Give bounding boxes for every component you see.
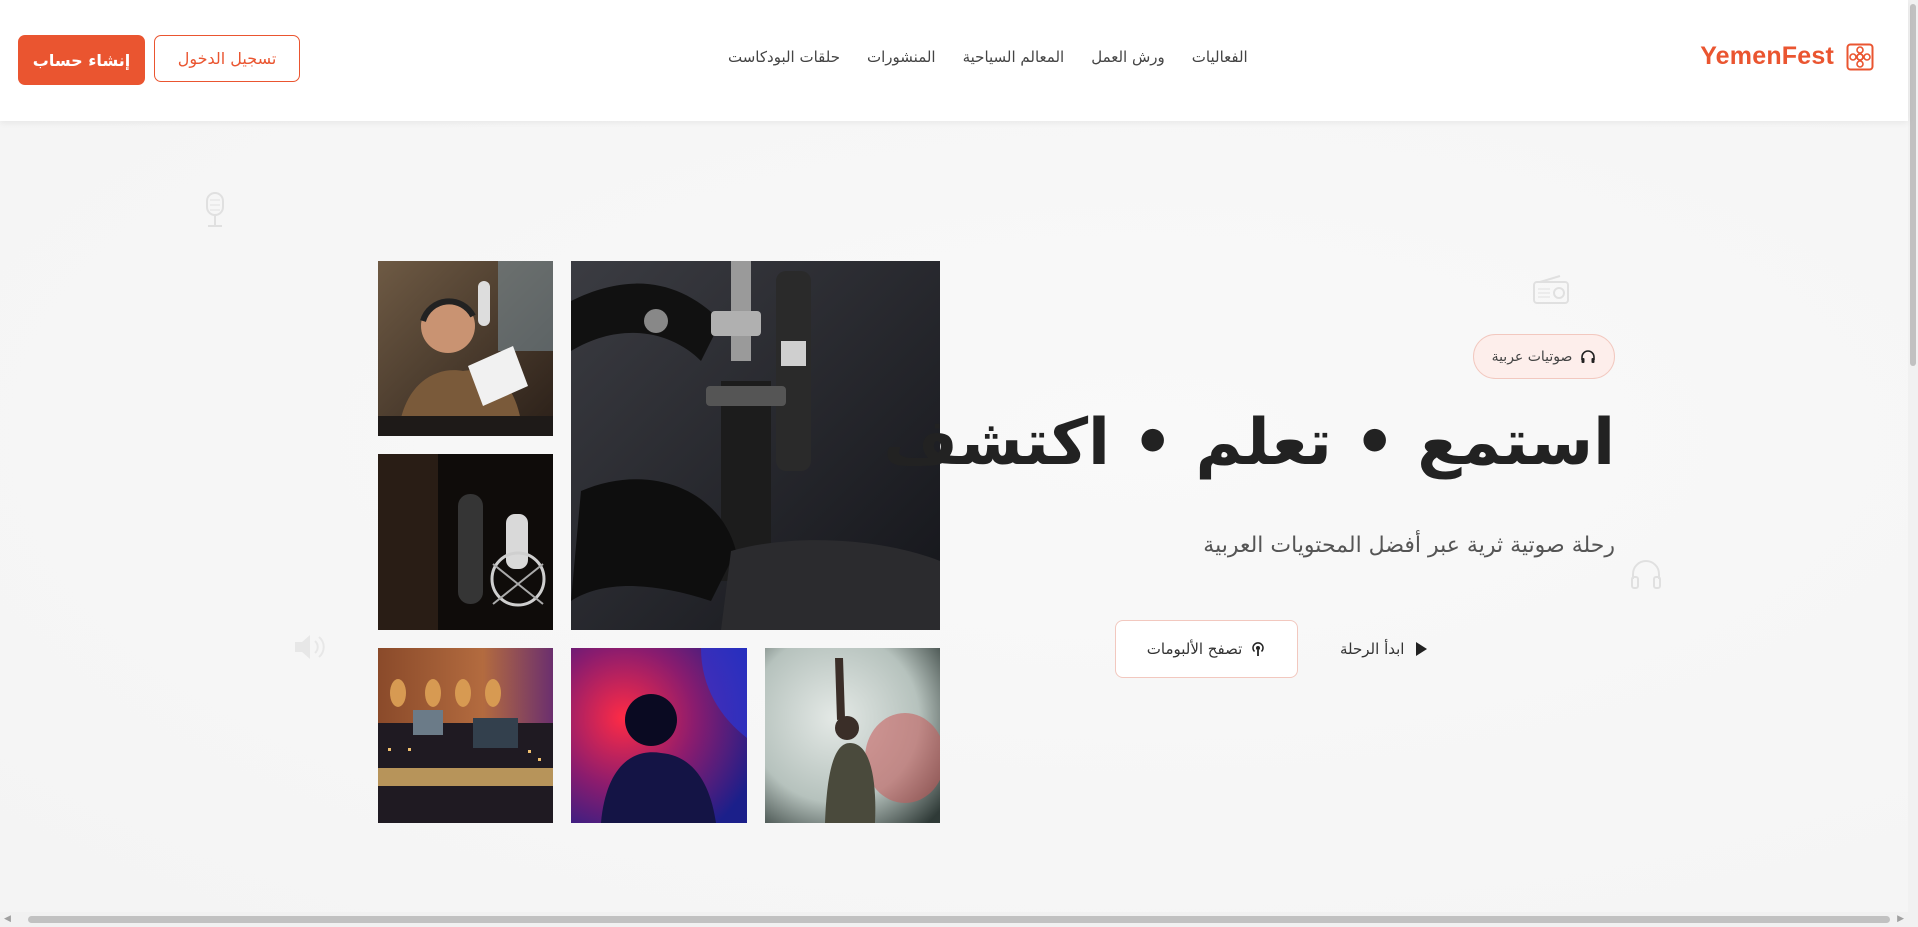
microphone-icon: [203, 191, 227, 229]
vertical-scrollbar-thumb[interactable]: [1910, 4, 1916, 366]
vertical-scrollbar[interactable]: [1908, 0, 1918, 927]
scroll-left-icon[interactable]: ◀: [4, 912, 11, 927]
headphones-icon: [1581, 349, 1596, 363]
site-header: YemenFest الفعاليات ورش العمل المعالم ال…: [0, 0, 1908, 121]
gallery-image-smoke-performer: [765, 648, 940, 823]
horizontal-scrollbar[interactable]: ◀ ▶: [0, 912, 1918, 927]
browse-albums-label: تصفح الألبومات: [1146, 640, 1243, 658]
hero-title: استمع • تعلم • اكتشف: [883, 406, 1615, 480]
category-badge: صوتيات عربية: [1473, 334, 1615, 379]
hero-subtitle: رحلة صوتية ثرية عبر أفضل المحتويات العرب…: [1203, 533, 1615, 558]
speaker-icon: [292, 632, 330, 662]
nav-item-landmarks[interactable]: المعالم السياحية: [963, 48, 1065, 66]
brand-logo[interactable]: YemenFest: [1700, 42, 1874, 71]
nav-item-workshops[interactable]: ورش العمل: [1091, 48, 1165, 66]
flower-pattern-icon: [1846, 43, 1874, 70]
gallery-image-silhouette: [571, 648, 747, 823]
browse-albums-button[interactable]: تصفح الألبومات: [1115, 620, 1298, 678]
nav-item-events[interactable]: الفعاليات: [1192, 48, 1248, 66]
badge-label: صوتيات عربية: [1491, 348, 1573, 365]
headphones-icon: [1629, 557, 1663, 591]
signup-button[interactable]: إنشاء حساب: [18, 35, 145, 85]
nav-item-posts[interactable]: المنشورات: [867, 48, 936, 66]
login-button[interactable]: تسجيل الدخول: [154, 35, 300, 82]
gallery-image-studio: [378, 648, 553, 823]
gallery-image-condenser-mic: [378, 454, 553, 630]
radio-icon: [1532, 275, 1570, 305]
hero-section: صوتيات عربية استمع • تعلم • اكتشف رحلة ص…: [0, 121, 1908, 912]
scroll-right-icon[interactable]: ▶: [1897, 912, 1904, 927]
brand-name: YemenFest: [1700, 42, 1834, 70]
start-journey-button[interactable]: ابدأ الرحلة: [1340, 627, 1428, 671]
nav-item-podcasts[interactable]: حلقات البودكاست: [728, 48, 840, 66]
podcast-icon: [1252, 642, 1264, 656]
horizontal-scrollbar-thumb[interactable]: [28, 916, 1890, 923]
main-nav: الفعاليات ورش العمل المعالم السياحية الم…: [728, 48, 1248, 66]
gallery-image-narrator: [378, 261, 553, 436]
start-journey-label: ابدأ الرحلة: [1340, 640, 1405, 658]
play-icon: [1416, 642, 1428, 656]
